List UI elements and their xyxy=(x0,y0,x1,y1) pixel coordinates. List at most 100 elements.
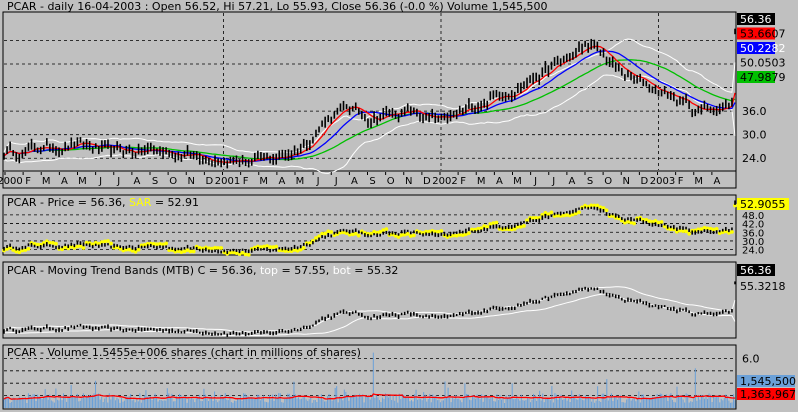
x-tick-label: M xyxy=(78,176,87,187)
sar-dot xyxy=(549,210,554,215)
x-tick-label: D xyxy=(641,176,649,187)
sar-dot xyxy=(714,226,719,231)
sar-y-ticks: 24.030.036.042.048.0 xyxy=(742,211,764,257)
sar-dot xyxy=(301,245,306,250)
x-tick-label: J xyxy=(334,176,338,187)
x-tick-label: S xyxy=(587,176,593,187)
sar-value-badges: 52.9055 xyxy=(737,198,789,211)
x-tick-label: J xyxy=(98,176,102,187)
sar-dot xyxy=(384,227,389,231)
mtb-title-part-5: = 55.32 xyxy=(351,264,399,277)
mtb-title-part-1: PCAR - Moving Trend Bands (MTB) C = 56.3… xyxy=(7,264,260,277)
x-tick-label: A xyxy=(496,176,503,187)
mtb-value-badges: 56.36 55.3218 xyxy=(737,264,789,293)
x-tick-label: S xyxy=(369,176,375,187)
x-tick-label: N xyxy=(623,176,630,187)
mtb-bot-badge: 55.3218 xyxy=(740,280,786,293)
price-badge-3: 50.0503 xyxy=(740,57,786,70)
sar-dot xyxy=(439,229,444,233)
mtb-close-badge: 56.36 xyxy=(740,264,772,277)
x-tick-label: 2003 xyxy=(650,176,675,187)
price-chart-title: PCAR - daily 16-04-2003 : Open 56.52, Hi… xyxy=(7,0,548,13)
sar-y-tick: 48.0 xyxy=(742,211,764,222)
price-badge-0: 56.36 xyxy=(740,13,772,26)
sar-dot xyxy=(730,229,734,234)
sar-dot xyxy=(659,220,664,224)
mtb-title-part-3: = 57.55, xyxy=(278,264,333,277)
sar-dot xyxy=(26,246,31,251)
x-tick-label: O xyxy=(387,176,395,187)
x-tick-label: J xyxy=(116,176,120,187)
sar-dot xyxy=(54,241,58,246)
sar-dot xyxy=(164,241,169,246)
price-value-badges: 56.36 53.660750.2282 50.050347.9879 xyxy=(737,13,786,84)
sar-dot xyxy=(577,210,581,215)
volume-average-badge: 1,363,967 xyxy=(740,388,796,401)
volume-y-tick: 6.0 xyxy=(742,352,760,365)
x-tick-label: 2000 xyxy=(0,176,23,187)
mtb-title-part-4: bot xyxy=(333,264,352,277)
sar-dot xyxy=(411,233,416,238)
sar-dot xyxy=(274,244,279,249)
x-tick-label: A xyxy=(713,176,720,187)
mtb-chart-title: PCAR - Moving Trend Bands (MTB) C = 56.3… xyxy=(7,264,398,277)
x-tick-label: A xyxy=(133,176,140,187)
sar-dot xyxy=(136,247,141,252)
sar-dot xyxy=(687,231,692,236)
volume-y-ticks: 6.0 xyxy=(742,352,760,365)
x-tick-label: J xyxy=(533,176,537,187)
mtb-title-part-2: top xyxy=(260,264,278,277)
sar-dot xyxy=(191,249,196,254)
price-y-tick: 30.0 xyxy=(742,129,767,142)
x-tick-label: O xyxy=(604,176,612,187)
sar-dot xyxy=(522,224,526,228)
sar-dot xyxy=(329,230,334,234)
x-tick-label: M xyxy=(259,176,268,187)
sar-dot xyxy=(356,233,361,238)
sar-title-part-2: SAR xyxy=(129,196,152,209)
sar-dot xyxy=(106,239,110,243)
sar-badge: 52.9055 xyxy=(740,198,786,211)
volume-chart-title: PCAR - Volume 1.5455e+006 shares (chart … xyxy=(7,346,361,359)
price-y-ticks: 24.0 30.0 36.0 xyxy=(742,105,767,165)
price-badge-2: 50.2282 xyxy=(740,42,786,55)
sar-dot xyxy=(604,208,609,213)
x-tick-label: N xyxy=(188,176,195,187)
x-tick-label: J xyxy=(551,176,555,187)
x-tick-label: D xyxy=(423,176,431,187)
x-tick-label: M xyxy=(513,176,522,187)
x-tick-label: F xyxy=(25,176,31,187)
price-badge-4: 47.9879 xyxy=(740,71,786,84)
x-tick-label: A xyxy=(278,176,285,187)
x-tick-label: A xyxy=(568,176,575,187)
x-tick-label: S xyxy=(152,176,158,187)
sar-dot xyxy=(467,231,471,236)
sar-dot xyxy=(684,229,688,234)
sar-dot xyxy=(246,252,251,257)
x-tick-label: F xyxy=(243,176,249,187)
sar-dot xyxy=(81,246,86,250)
x-tick-label: F xyxy=(460,176,466,187)
x-tick-label: O xyxy=(169,176,177,187)
x-tick-label: F xyxy=(678,176,684,187)
x-tick-label: D xyxy=(206,176,214,187)
sar-dot xyxy=(109,241,113,246)
x-tick-label: 2002 xyxy=(432,176,457,187)
x-tick-label: A xyxy=(351,176,358,187)
volume-badge: 1,545,500 xyxy=(740,375,796,388)
chart-canvas: 2000 F M A M J J A S O N D 2001 F M A M J J A S O N D 2002 F M A M J J… xyxy=(0,0,796,410)
sar-dot xyxy=(632,221,636,226)
sar-dot xyxy=(485,224,490,229)
x-tick-label: 2001 xyxy=(215,176,240,187)
price-y-tick: 24.0 xyxy=(742,152,767,165)
sar-dot xyxy=(219,246,224,250)
x-tick-label: A xyxy=(61,176,68,187)
x-tick-label: M xyxy=(296,176,305,187)
sar-chart-title: PCAR - Price = 56.36, SAR = 52.91 xyxy=(7,196,199,209)
volume-value-badges: 1,545,5001,363,967 xyxy=(737,375,796,401)
price-badge-1: 53.6607 xyxy=(740,28,786,41)
sar-dot xyxy=(494,220,499,225)
sar-title-part-1: PCAR - Price = 56.36, xyxy=(7,196,129,209)
x-tick-label: J xyxy=(316,176,320,187)
x-tick-label: M xyxy=(42,176,51,187)
